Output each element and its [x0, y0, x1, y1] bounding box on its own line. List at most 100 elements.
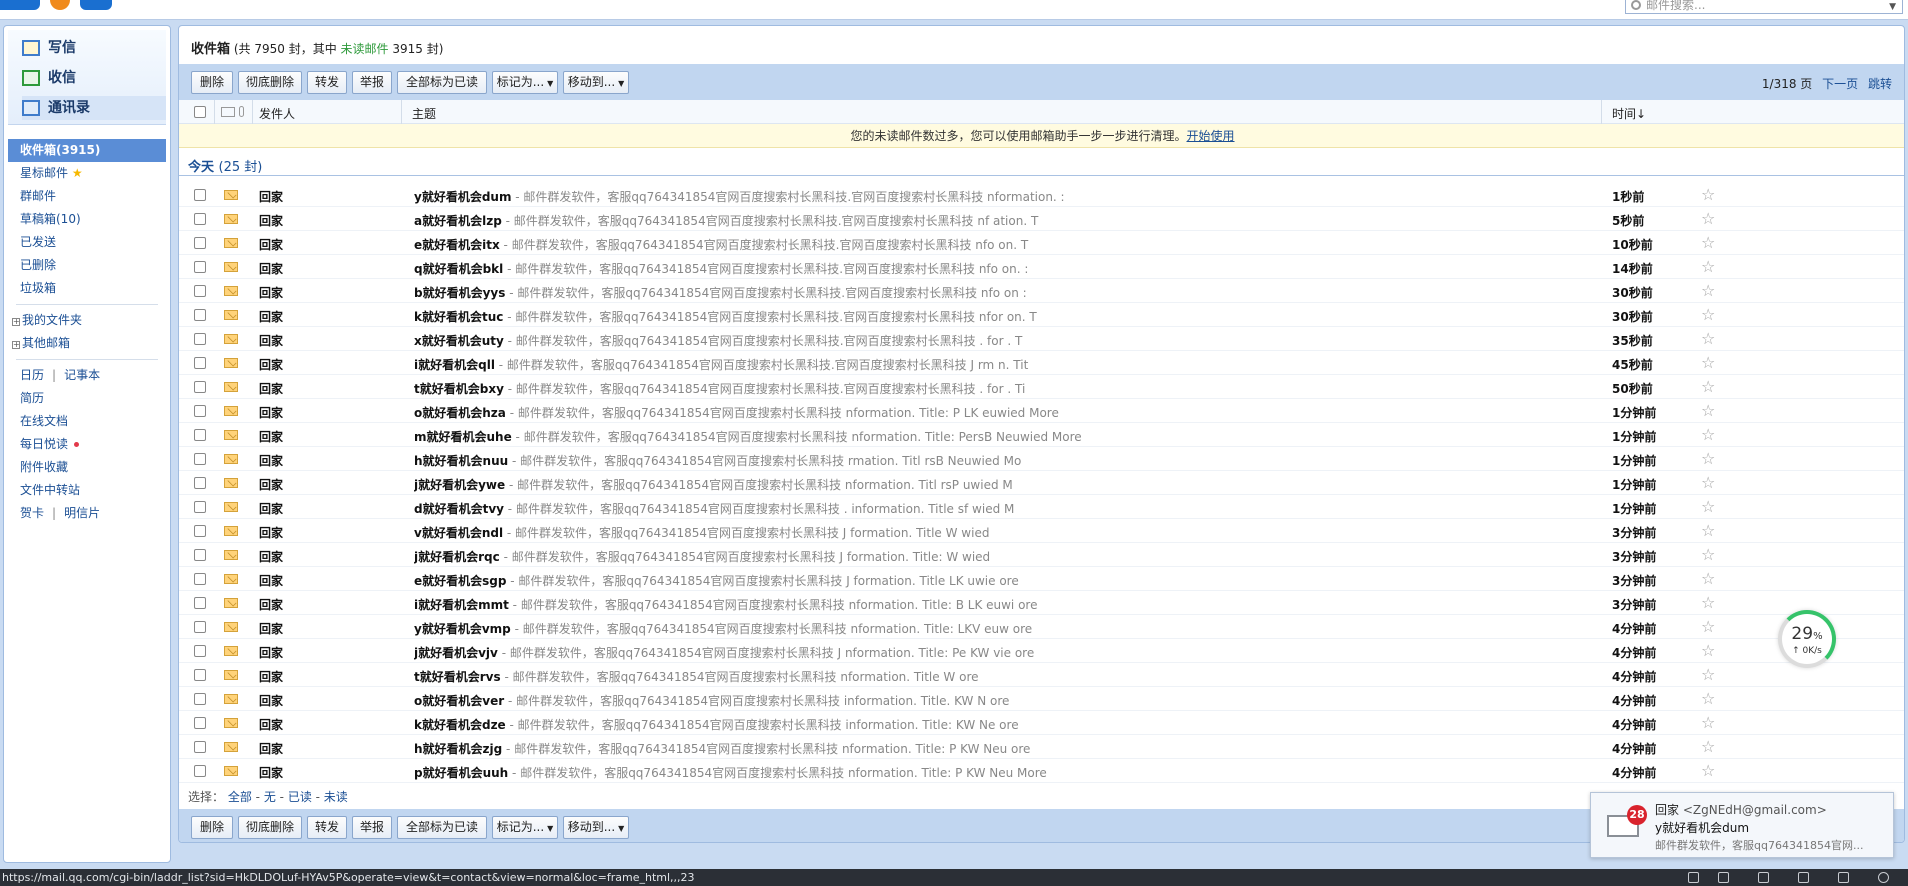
notes-link[interactable]: 记事本 [64, 368, 100, 382]
unread-link[interactable]: 未读邮件 [341, 42, 389, 56]
mark-all-read-button[interactable]: 全部标为已读 [397, 71, 487, 94]
star-icon[interactable]: ☆ [1701, 473, 1715, 492]
row-subject[interactable]: y就好看机会vmp - 邮件群发软件，客服qq764341854官网百度搜索村长… [414, 620, 1274, 637]
cards-link[interactable]: 贺卡 [20, 506, 44, 520]
row-subject[interactable]: v就好看机会ndl - 邮件群发软件，客服qq764341854官网百度搜索村长… [414, 524, 1274, 541]
report-button[interactable]: 举报 [352, 71, 392, 94]
row-checkbox[interactable] [194, 285, 206, 297]
star-icon[interactable]: ☆ [1701, 593, 1715, 612]
row-subject[interactable]: o就好看机会hza - 邮件群发软件，客服qq764341854官网百度搜索村长… [414, 404, 1274, 421]
forward-button[interactable]: 转发 [307, 71, 347, 94]
table-row[interactable]: 回家 b就好看机会yys - 邮件群发软件，客服qq764341854官网百度搜索… [179, 279, 1904, 303]
table-row[interactable]: 回家 a就好看机会lzp - 邮件群发软件，客服qq764341854官网百度搜索… [179, 207, 1904, 231]
row-subject[interactable]: e就好看机会itx - 邮件群发软件，客服qq764341854官网百度搜索村长… [414, 236, 1274, 253]
delete-button[interactable]: 删除 [191, 816, 233, 839]
row-checkbox[interactable] [194, 549, 206, 561]
delete-forever-button[interactable]: 彻底删除 [238, 816, 302, 839]
table-row[interactable]: 回家 d就好看机会tvy - 邮件群发软件，客服qq764341854官网百度搜索… [179, 495, 1904, 519]
new-mail-notification[interactable]: 28 回家 <ZgNEdH@gmail.com> y就好看机会dum 邮件群发软… [1590, 792, 1894, 858]
folder-inbox[interactable]: 收件箱(3915) [8, 139, 166, 162]
column-subject[interactable]: 主题 [412, 105, 436, 122]
star-icon[interactable]: ☆ [1701, 497, 1715, 516]
row-subject[interactable]: j就好看机会rqc - 邮件群发软件，客服qq764341854官网百度搜索村长… [414, 548, 1274, 565]
group-today[interactable]: 今天 (25 封) [188, 156, 262, 175]
table-row[interactable]: 回家 k就好看机会dze - 邮件群发软件，客服qq764341854官网百度搜索… [179, 711, 1904, 735]
folder-my-folders[interactable]: + 我的文件夹 [8, 309, 166, 332]
star-icon[interactable]: ☆ [1701, 449, 1715, 468]
column-sender[interactable]: 发件人 [259, 105, 295, 122]
row-checkbox[interactable] [194, 765, 206, 777]
daily-reading-link[interactable]: 每日悦读 [8, 433, 166, 456]
row-subject[interactable]: y就好看机会dum - 邮件群发软件，客服qq764341854官网百度搜索村长… [414, 188, 1274, 205]
circle-icon[interactable] [1878, 872, 1889, 883]
row-checkbox[interactable] [194, 405, 206, 417]
column-time[interactable]: 时间↓ [1612, 105, 1646, 122]
row-subject[interactable]: i就好看机会mmt - 邮件群发软件，客服qq764341854官网百度搜索村长… [414, 596, 1274, 613]
row-checkbox[interactable] [194, 261, 206, 273]
row-subject[interactable]: j就好看机会ywe - 邮件群发软件，客服qq764341854官网百度搜索村长… [414, 476, 1274, 493]
row-checkbox[interactable] [194, 669, 206, 681]
mark-as-dropdown[interactable]: 标记为... ▼ [492, 816, 558, 839]
row-checkbox[interactable] [194, 189, 206, 201]
delete-forever-button[interactable]: 彻底删除 [238, 71, 302, 94]
star-icon[interactable]: ☆ [1701, 401, 1715, 420]
select-none-link[interactable]: 无 [264, 790, 276, 804]
row-subject[interactable]: h就好看机会zjg - 邮件群发软件，客服qq764341854官网百度搜索村长… [414, 740, 1274, 757]
move-to-dropdown[interactable]: 移动到... ▼ [563, 71, 629, 94]
online-docs-link[interactable]: 在线文档 [8, 410, 166, 433]
star-icon[interactable]: ☆ [1701, 521, 1715, 540]
report-button[interactable]: 举报 [352, 816, 392, 839]
star-icon[interactable]: ☆ [1701, 329, 1715, 348]
table-row[interactable]: 回家 e就好看机会sgp - 邮件群发软件，客服qq764341854官网百度搜索… [179, 567, 1904, 591]
jump-link[interactable]: 跳转 [1868, 77, 1892, 91]
select-all-link[interactable]: 全部 [228, 790, 252, 804]
chevron-down-icon[interactable]: ▼ [1889, 0, 1896, 15]
star-icon[interactable]: ☆ [1701, 425, 1715, 444]
row-subject[interactable]: t就好看机会rvs - 邮件群发软件，客服qq764341854官网百度搜索村长… [414, 668, 1274, 685]
row-checkbox[interactable] [194, 237, 206, 249]
table-row[interactable]: 回家 i就好看机会mmt - 邮件群发软件，客服qq764341854官网百度搜索… [179, 591, 1904, 615]
window-icon[interactable] [1838, 872, 1849, 883]
select-read-link[interactable]: 已读 [288, 790, 312, 804]
table-row[interactable]: 回家 j就好看机会vjv - 邮件群发软件，客服qq764341854官网百度搜索… [179, 639, 1904, 663]
row-subject[interactable]: x就好看机会uty - 邮件群发软件，客服qq764341854官网百度搜索村长… [414, 332, 1274, 349]
network-speed-widget[interactable]: 29% ↑ 0K/s [1778, 610, 1836, 668]
row-subject[interactable]: d就好看机会tvy - 邮件群发软件，客服qq764341854官网百度搜索村长… [414, 500, 1274, 517]
table-row[interactable]: 回家 h就好看机会nuu - 邮件群发软件，客服qq764341854官网百度搜索… [179, 447, 1904, 471]
mark-all-read-button[interactable]: 全部标为已读 [397, 816, 487, 839]
row-checkbox[interactable] [194, 621, 206, 633]
row-subject[interactable]: p就好看机会uuh - 邮件群发软件，客服qq764341854官网百度搜索村长… [414, 764, 1274, 781]
row-checkbox[interactable] [194, 429, 206, 441]
row-subject[interactable]: m就好看机会uhe - 邮件群发软件，客服qq764341854官网百度搜索村长… [414, 428, 1274, 445]
row-checkbox[interactable] [194, 213, 206, 225]
row-subject[interactable]: o就好看机会ver - 邮件群发软件，客服qq764341854官网百度搜索村长… [414, 692, 1274, 709]
row-checkbox[interactable] [194, 741, 206, 753]
expand-icon[interactable]: + [12, 318, 20, 326]
row-checkbox[interactable] [194, 501, 206, 513]
table-row[interactable]: 回家 o就好看机会hza - 邮件群发软件，客服qq764341854官网百度搜索… [179, 399, 1904, 423]
row-checkbox[interactable] [194, 381, 206, 393]
trash-icon[interactable] [1758, 872, 1769, 883]
table-row[interactable]: 回家 e就好看机会itx - 邮件群发软件，客服qq764341854官网百度搜索… [179, 231, 1904, 255]
delete-button[interactable]: 删除 [191, 71, 233, 94]
expand-icon[interactable]: + [12, 341, 20, 349]
row-subject[interactable]: k就好看机会tuc - 邮件群发软件，客服qq764341854官网百度搜索村长… [414, 308, 1274, 325]
table-row[interactable]: 回家 t就好看机会rvs - 邮件群发软件，客服qq764341854官网百度搜索… [179, 663, 1904, 687]
row-checkbox[interactable] [194, 477, 206, 489]
receive-button[interactable]: 收信 [22, 66, 76, 90]
next-page-link[interactable]: 下一页 [1822, 77, 1858, 91]
folder-spam[interactable]: 垃圾箱 [8, 277, 166, 300]
table-row[interactable]: 回家 q就好看机会bkl - 邮件群发软件，客服qq764341854官网百度搜索… [179, 255, 1904, 279]
star-icon[interactable]: ☆ [1701, 569, 1715, 588]
table-row[interactable]: 回家 h就好看机会zjg - 邮件群发软件，客服qq764341854官网百度搜索… [179, 735, 1904, 759]
select-all-checkbox[interactable] [194, 106, 206, 118]
table-row[interactable]: 回家 p就好看机会uuh - 邮件群发软件，客服qq764341854官网百度搜索… [179, 759, 1904, 783]
star-icon[interactable]: ☆ [1701, 545, 1715, 564]
star-icon[interactable]: ☆ [1701, 377, 1715, 396]
table-row[interactable]: 回家 y就好看机会vmp - 邮件群发软件，客服qq764341854官网百度搜索… [179, 615, 1904, 639]
postcards-link[interactable]: 明信片 [64, 506, 100, 520]
row-subject[interactable]: j就好看机会vjv - 邮件群发软件，客服qq764341854官网百度搜索村长… [414, 644, 1274, 661]
star-icon[interactable]: ☆ [1701, 641, 1715, 660]
star-icon[interactable]: ☆ [1701, 305, 1715, 324]
contacts-button[interactable]: 通讯录 [22, 96, 166, 120]
